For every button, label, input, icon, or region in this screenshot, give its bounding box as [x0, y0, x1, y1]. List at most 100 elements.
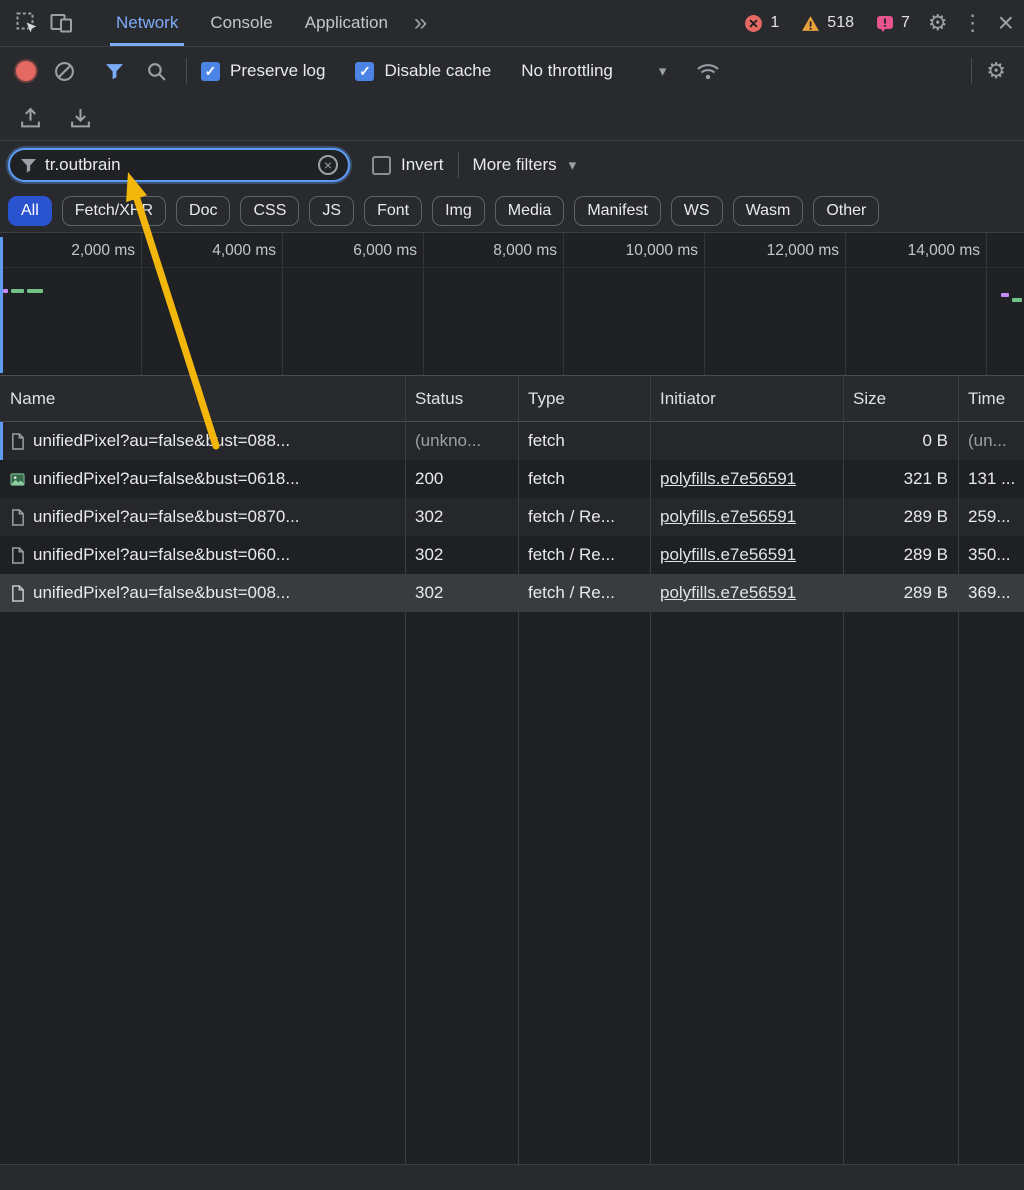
- document-icon: [10, 509, 25, 526]
- request-name: unifiedPixel?au=false&bust=060...: [33, 545, 290, 565]
- time-cell: 131 ...: [958, 469, 1024, 489]
- toolbar-divider: [458, 152, 459, 178]
- devtools-window: Network Console Application » 1 518: [0, 0, 1024, 1190]
- timeline-tick-label: 6,000 ms: [317, 242, 417, 260]
- type-cell: fetch: [518, 469, 650, 489]
- overview-request-mark: [27, 289, 43, 293]
- issues-badge[interactable]: 7: [876, 14, 910, 32]
- filter-chip-ws[interactable]: WS: [671, 196, 723, 226]
- tab-application[interactable]: Application: [289, 0, 404, 46]
- search-button[interactable]: [140, 55, 172, 87]
- overview-selection-edge[interactable]: [0, 237, 3, 373]
- column-header-name[interactable]: Name: [0, 389, 405, 409]
- table-row[interactable]: unifiedPixel?au=false&bust=008... 302 fe…: [0, 574, 1024, 612]
- status-cell: 302: [405, 583, 518, 603]
- image-icon: [10, 472, 25, 487]
- issues-count: 7: [901, 14, 910, 32]
- clear-network-log-button[interactable]: [48, 55, 80, 87]
- filter-toggle-button[interactable]: [98, 55, 130, 87]
- invert-label: Invert: [401, 155, 444, 175]
- type-cell: fetch / Re...: [518, 545, 650, 565]
- time-cell: (un...: [958, 431, 1024, 451]
- menu-dots-icon[interactable]: ⋮: [962, 12, 984, 34]
- name-cell: unifiedPixel?au=false&bust=0870...: [0, 507, 405, 527]
- initiator-link[interactable]: polyfills.e7e56591: [660, 545, 796, 564]
- toolbar-divider: [971, 58, 972, 84]
- preserve-log-checkbox[interactable]: ✓: [201, 62, 220, 81]
- network-overview-timeline[interactable]: 2,000 ms 4,000 ms 6,000 ms 8,000 ms 10,0…: [0, 233, 1024, 376]
- filter-chip-all[interactable]: All: [8, 196, 52, 226]
- column-header-size[interactable]: Size: [843, 389, 958, 409]
- table-row[interactable]: unifiedPixel?au=false&bust=0618... 200 f…: [0, 460, 1024, 498]
- preserve-log-toggle[interactable]: ✓ Preserve log: [201, 61, 325, 81]
- column-header-time[interactable]: Time: [958, 389, 1024, 409]
- name-cell: unifiedPixel?au=false&bust=060...: [0, 545, 405, 565]
- more-tabs-chevron-icon[interactable]: »: [404, 0, 437, 46]
- filter-chip-doc[interactable]: Doc: [176, 196, 230, 226]
- column-separator[interactable]: [843, 376, 844, 1164]
- throttling-value: No throttling: [521, 61, 613, 81]
- initiator-cell: polyfills.e7e56591: [650, 583, 843, 603]
- timeline-tick-label: 12,000 ms: [739, 242, 839, 260]
- invert-filter-toggle[interactable]: Invert: [372, 155, 444, 175]
- error-badge[interactable]: 1: [744, 14, 779, 33]
- request-name: unifiedPixel?au=false&bust=0618...: [33, 469, 300, 489]
- column-separator[interactable]: [650, 376, 651, 1164]
- close-devtools-icon[interactable]: ×: [998, 9, 1014, 37]
- size-cell: 289 B: [843, 583, 958, 603]
- filter-chip-font[interactable]: Font: [364, 196, 422, 226]
- size-cell: 0 B: [843, 431, 958, 451]
- column-separator[interactable]: [405, 376, 406, 1164]
- timeline-gridline: [282, 233, 283, 375]
- initiator-link[interactable]: polyfills.e7e56591: [660, 469, 796, 488]
- clear-filter-icon[interactable]: ×: [318, 155, 338, 175]
- tab-network[interactable]: Network: [100, 0, 194, 46]
- initiator-link[interactable]: polyfills.e7e56591: [660, 507, 796, 526]
- filter-chip-media[interactable]: Media: [495, 196, 565, 226]
- filter-chip-other[interactable]: Other: [813, 196, 879, 226]
- overview-request-mark: [3, 289, 8, 293]
- initiator-link[interactable]: polyfills.e7e56591: [660, 583, 796, 602]
- filter-chip-js[interactable]: JS: [309, 196, 354, 226]
- warning-badge[interactable]: 518: [801, 14, 854, 32]
- import-har-button[interactable]: [14, 102, 46, 134]
- throttling-dropdown[interactable]: No throttling ▾: [521, 61, 666, 81]
- filter-chip-img[interactable]: Img: [432, 196, 485, 226]
- requests-table: Name Status Type Initiator Size Time uni…: [0, 376, 1024, 1164]
- device-toolbar-icon[interactable]: [44, 6, 78, 40]
- network-settings-gear-icon[interactable]: ⚙: [986, 60, 1006, 82]
- invert-checkbox[interactable]: [372, 156, 391, 175]
- filter-text-input[interactable]: [45, 155, 310, 175]
- time-cell: 369...: [958, 583, 1024, 603]
- table-header: Name Status Type Initiator Size Time: [0, 376, 1024, 422]
- disable-cache-checkbox[interactable]: ✓: [355, 62, 374, 81]
- filter-chip-wasm[interactable]: Wasm: [733, 196, 804, 226]
- column-header-initiator[interactable]: Initiator: [650, 389, 843, 409]
- har-actions-row: [0, 95, 1024, 141]
- issues-icon: [876, 15, 894, 32]
- filter-chip-manifest[interactable]: Manifest: [574, 196, 660, 226]
- column-header-status[interactable]: Status: [405, 389, 518, 409]
- filter-input-container[interactable]: ×: [8, 148, 350, 182]
- column-separator[interactable]: [958, 376, 959, 1164]
- filter-chip-css[interactable]: CSS: [240, 196, 299, 226]
- settings-gear-icon[interactable]: ⚙: [928, 12, 948, 34]
- column-header-type[interactable]: Type: [518, 389, 650, 409]
- table-empty-area: [0, 612, 1024, 1164]
- initiator-cell: polyfills.e7e56591: [650, 469, 843, 489]
- inspect-element-icon[interactable]: [10, 6, 44, 40]
- more-filters-dropdown[interactable]: More filters ▾: [473, 155, 577, 175]
- filter-chip-fetch-xhr[interactable]: Fetch/XHR: [62, 196, 166, 226]
- disable-cache-toggle[interactable]: ✓ Disable cache: [355, 61, 491, 81]
- time-cell: 259...: [958, 507, 1024, 527]
- network-conditions-button[interactable]: [692, 55, 724, 87]
- record-network-log-button[interactable]: [16, 61, 36, 81]
- error-count: 1: [770, 14, 779, 32]
- table-row[interactable]: unifiedPixel?au=false&bust=060... 302 fe…: [0, 536, 1024, 574]
- table-row[interactable]: unifiedPixel?au=false&bust=0870... 302 f…: [0, 498, 1024, 536]
- bottom-status-bar: [0, 1164, 1024, 1190]
- column-separator[interactable]: [518, 376, 519, 1164]
- table-row[interactable]: unifiedPixel?au=false&bust=088... (unkno…: [0, 422, 1024, 460]
- tab-console[interactable]: Console: [194, 0, 288, 46]
- export-har-button[interactable]: [64, 102, 96, 134]
